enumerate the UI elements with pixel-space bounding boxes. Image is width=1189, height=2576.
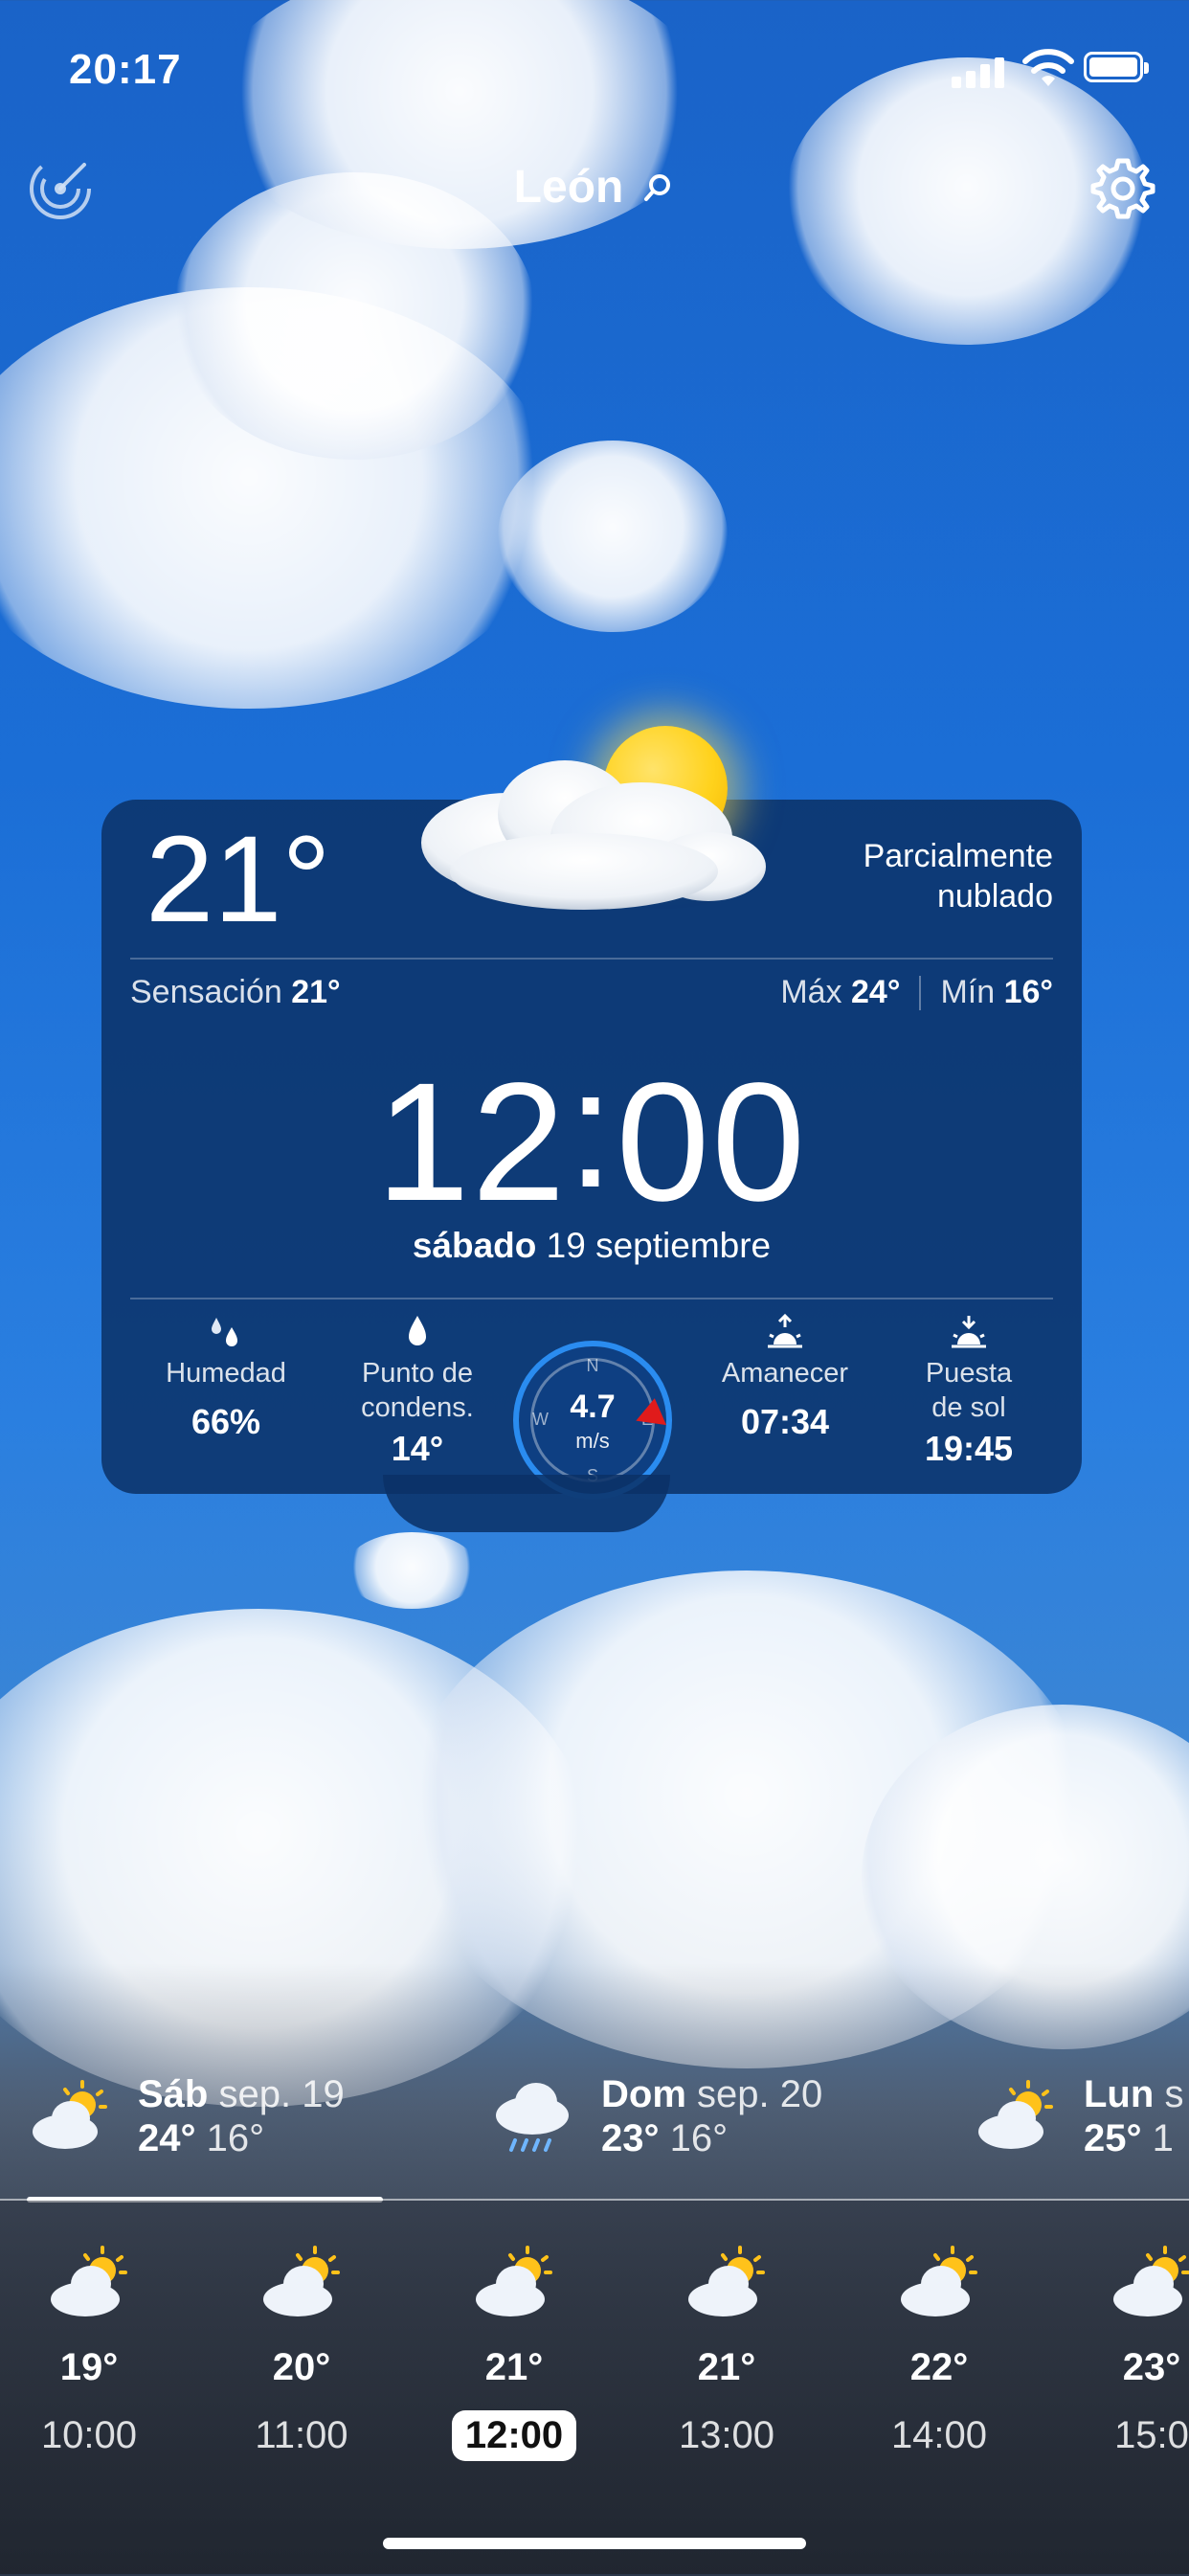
hour-time: 15:0 [1114,2414,1189,2456]
sunset-value: 19:45 [924,1429,1014,1468]
status-bar: 20:17 [0,38,1189,105]
selected-time: 12:00 [101,1045,1082,1227]
day-min: 16° [669,2117,729,2159]
sunrise-value: 07:34 [740,1402,830,1441]
day-date: sep. 20 [697,2073,823,2115]
day-tab-dom[interactable]: Dom sep. 20 23° 16° [490,2073,822,2159]
status-time: 20:17 [69,46,182,93]
dew-label-2: condens. [361,1392,474,1423]
day-max: 24° [138,2117,196,2159]
dew-label-1: Punto de [361,1358,474,1389]
min-label: Mín [940,974,996,1010]
card-notch [383,1475,670,1532]
hour-temp: 23° [1122,2346,1181,2388]
partly-cloudy-icon [655,2241,798,2327]
max-value: 24° [851,974,901,1010]
sunrise-label: Amanecer [721,1358,849,1389]
hour-time: 12:00 [451,2410,577,2461]
dew-drop-icon [331,1312,504,1354]
hour-temp: 21° [697,2346,756,2388]
hour-item[interactable]: 20° 11:00 [230,2241,373,2461]
wind-unit: m/s [575,1429,610,1453]
wind-direction-arrow-icon [636,1395,670,1426]
humidity-label: Humedad [166,1358,286,1389]
partly-cloudy-icon [867,2241,1011,2327]
date-text: 19 septiembre [546,1226,772,1265]
city-header[interactable]: León [0,161,1189,214]
condition-line-1: Parcialmente [863,838,1053,874]
signal-icon [952,56,1007,88]
partly-cloudy-icon [230,2241,373,2327]
cloud-icon [421,760,766,910]
max-label: Máx [780,974,842,1010]
humidity-icon [140,1312,312,1354]
partly-cloudy-icon [33,2080,107,2149]
hour-temp: 21° [484,2346,544,2388]
divider [130,1298,1053,1299]
partly-cloudy-icon [978,2080,1053,2149]
humidity-value: 66% [191,1402,261,1441]
home-indicator[interactable] [383,2538,806,2549]
day-max: 25° [1084,2117,1142,2159]
dew-value: 14° [391,1429,444,1468]
min-value: 16° [1003,974,1053,1010]
day-name: Lun [1084,2073,1155,2115]
partly-cloudy-icon [442,2241,586,2327]
feels-label: Sensación [130,974,282,1010]
hour-temp: 22° [909,2346,969,2388]
hour-item[interactable]: 23° 15:0 [1080,2241,1189,2461]
hour-time: 10:00 [40,2414,138,2456]
clock-separator: : [567,1035,617,1223]
sunrise-icon [699,1312,871,1354]
max-min-separator [919,975,922,1010]
gear-icon[interactable] [1089,155,1156,222]
weekday: sábado [412,1226,537,1265]
day-tab-lun[interactable]: Lun s 25° 1 [973,2073,1183,2159]
sunrise-stat: Amanecer 07:34 [699,1312,871,1442]
hour-temp: 20° [272,2346,331,2388]
hour-item[interactable]: 22° 14:00 [867,2241,1011,2461]
hour-time: 13:00 [678,2414,775,2456]
clock-hours: 12 [375,1049,568,1236]
partly-cloudy-icon [1080,2241,1189,2327]
hour-item[interactable]: 19° 10:00 [17,2241,161,2461]
sunset-label-1: Puesta [925,1358,1013,1389]
feels-like: Sensación 21° [130,974,341,1011]
day-max: 23° [601,2117,660,2159]
hour-temp: 19° [59,2346,119,2388]
hour-item[interactable]: 21° 13:00 [655,2241,798,2461]
sunset-icon [883,1312,1055,1354]
selected-date: sábado 19 septiembre [101,1226,1082,1266]
max-min: Máx 24° Mín 16° [780,974,1053,1011]
dew-point-stat: Punto de condens. 14° [331,1312,504,1469]
search-icon[interactable] [640,170,675,205]
sunset-label-2: de sol [931,1392,1006,1423]
rain-icon [496,2083,569,2152]
feels-value: 21° [291,974,341,1010]
condition-text: Parcialmente nublado [766,836,1053,916]
day-min: 1 [1152,2117,1174,2159]
divider [130,958,1053,960]
day-tab-sab[interactable]: Sáb sep. 19 24° 16° [27,2073,345,2159]
day-date: sep. 19 [218,2073,345,2115]
sunset-stat: Puesta de sol 19:45 [883,1312,1055,1469]
humidity-stat: Humedad 66% [140,1312,312,1442]
day-min: 16° [206,2117,265,2159]
hour-item[interactable]: 21° 12:00 [442,2241,586,2461]
day-name: Sáb [138,2073,209,2115]
day-name: Dom [601,2073,686,2115]
hour-time: 11:00 [255,2414,348,2456]
battery-icon [1084,52,1149,82]
compass-north: N [586,1356,599,1375]
current-temperature: 21° [146,811,331,948]
wifi-icon [1022,49,1074,86]
day-date: s [1164,2073,1184,2115]
city-name[interactable]: León [514,161,624,214]
hour-time: 14:00 [890,2414,988,2456]
partly-cloudy-icon [17,2241,161,2327]
condition-line-2: nublado [936,878,1053,915]
clock-minutes: 00 [616,1049,808,1236]
